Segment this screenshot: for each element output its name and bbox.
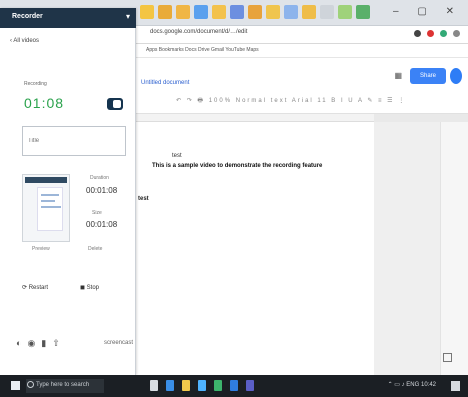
- tab-favicon[interactable]: [158, 5, 172, 19]
- thumbnail-line: [41, 194, 59, 196]
- taskbar-apps: [150, 380, 254, 391]
- panel-header: Recorder ▾: [0, 8, 136, 28]
- close-icon[interactable]: ▾: [126, 12, 130, 21]
- avatar[interactable]: [450, 68, 462, 84]
- file-explorer-icon[interactable]: [182, 380, 190, 391]
- extension-icons: [414, 30, 460, 37]
- bookmarks-list[interactable]: Apps Bookmarks Docs Drive Gmail YouTube …: [146, 47, 259, 53]
- tab-favicon[interactable]: [194, 5, 208, 19]
- camera-icon[interactable]: ◉: [27, 338, 35, 349]
- tab-favicon[interactable]: [212, 5, 226, 19]
- menu-icon[interactable]: [453, 30, 460, 37]
- tab-favicon[interactable]: [266, 5, 280, 19]
- share-button[interactable]: Share: [410, 68, 446, 84]
- thumbnail-line: [41, 206, 61, 208]
- tab-favicon[interactable]: [176, 5, 190, 19]
- duration-value: 00:01:08: [86, 186, 118, 195]
- tab-favicon[interactable]: [248, 5, 262, 19]
- document-title[interactable]: Untitled document: [141, 80, 189, 86]
- recording-timer: 01:08: [24, 95, 65, 111]
- thumbnail-doc: [37, 187, 63, 231]
- restart-button[interactable]: ⟳ Restart: [22, 284, 48, 291]
- notification-icon[interactable]: [451, 381, 460, 391]
- url-text[interactable]: docs.google.com/document/d/…/edit: [150, 29, 247, 35]
- document-page[interactable]: [136, 122, 374, 375]
- tab-favicon[interactable]: [338, 5, 352, 19]
- explore-icon[interactable]: [443, 353, 452, 362]
- window-controls[interactable]: – ▢ ✕: [393, 6, 462, 17]
- thumbnail-bar: [25, 177, 67, 183]
- recording-label: Recording: [24, 81, 47, 87]
- system-tray[interactable]: ⌃ ▭ ♪ ENG 10:42: [388, 381, 436, 388]
- mic-icon[interactable]: ◐: [16, 338, 21, 349]
- upload-icon[interactable]: ⇧: [52, 338, 60, 349]
- screen: – ▢ ✕ docs.google.com/document/d/…/edit …: [0, 0, 468, 397]
- size-value: 00:01:08: [86, 220, 118, 229]
- taskbar: Type here to search ⌃ ▭ ♪ ENG 10:42: [0, 375, 468, 397]
- preview-link[interactable]: Preview: [32, 246, 50, 252]
- delete-link[interactable]: Delete: [88, 246, 102, 252]
- windows-start-icon[interactable]: [11, 381, 20, 390]
- docs-header: Untitled document ▦ Share ↶ ↷ 🖶 100% Nor…: [136, 58, 468, 114]
- tab-favicon[interactable]: [356, 5, 370, 19]
- store-icon[interactable]: [198, 380, 206, 391]
- ruler: [136, 114, 374, 122]
- stop-button[interactable]: ◼ Stop: [80, 284, 99, 291]
- teams-icon[interactable]: [246, 380, 254, 391]
- panel-footer-icons: ◐ ◉ ▮ ⇧: [16, 338, 60, 349]
- document-text[interactable]: This is a sample video to demonstrate th…: [152, 163, 322, 169]
- edge-icon[interactable]: [166, 380, 174, 391]
- formatting-toolbar[interactable]: ↶ ↷ 🖶 100% Normal text Arial 11 B I U A …: [136, 96, 468, 108]
- title-input[interactable]: [22, 126, 126, 156]
- chat-icon[interactable]: ▮: [41, 338, 46, 349]
- search-placeholder: Type here to search: [36, 382, 90, 388]
- tab-favicon[interactable]: [230, 5, 244, 19]
- side-strip: [440, 122, 468, 375]
- chrome-icon[interactable]: [214, 380, 222, 391]
- duration-label: Duration: [90, 175, 109, 181]
- document-text[interactable]: test: [172, 153, 182, 159]
- word-icon[interactable]: [230, 380, 238, 391]
- pause-toggle[interactable]: [107, 98, 123, 110]
- tab-favicon[interactable]: [140, 5, 154, 19]
- panel-title: Recorder: [12, 13, 43, 20]
- thumbnail-line: [41, 200, 55, 202]
- video-thumbnail[interactable]: [22, 174, 70, 242]
- tab-favicon[interactable]: [284, 5, 298, 19]
- extension-icon[interactable]: [440, 30, 447, 37]
- task-view-icon[interactable]: [150, 380, 158, 391]
- extension-icon[interactable]: [427, 30, 434, 37]
- search-icon: [27, 381, 34, 388]
- document-text[interactable]: test: [138, 196, 149, 202]
- tab-favicon[interactable]: [320, 5, 334, 19]
- extension-icon[interactable]: [414, 30, 421, 37]
- size-label: Size: [92, 210, 102, 216]
- brand-logo: screencast: [104, 340, 134, 346]
- recorder-panel: Recorder ▾ ‹ All videos Recording 01:08 …: [0, 8, 136, 375]
- back-link[interactable]: ‹ All videos: [10, 38, 39, 44]
- tab-favicon[interactable]: [302, 5, 316, 19]
- apps-grid-icon[interactable]: ▦: [394, 71, 402, 80]
